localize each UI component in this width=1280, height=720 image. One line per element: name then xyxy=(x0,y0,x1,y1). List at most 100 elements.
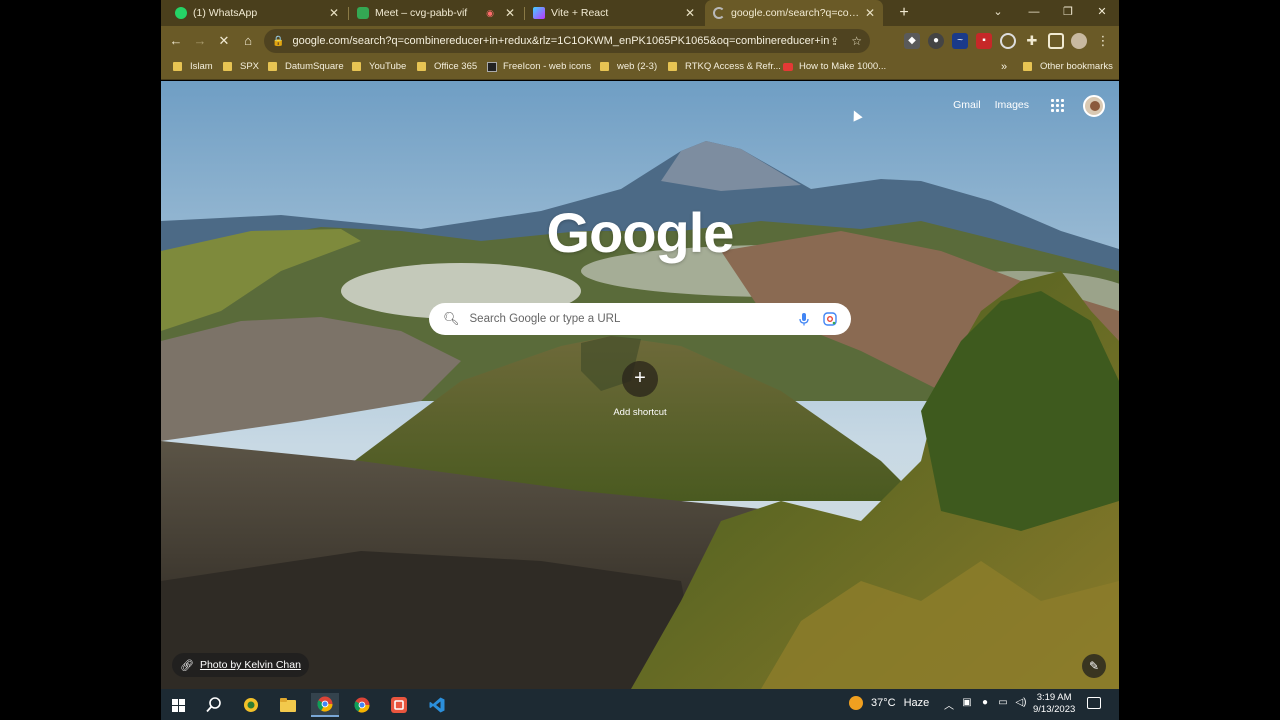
side-panel-icon[interactable] xyxy=(1048,33,1064,49)
bookmark-label: FreeIcon - web icons xyxy=(503,61,592,72)
forward-icon[interactable]: → xyxy=(190,31,210,51)
volume-icon[interactable]: ◁) xyxy=(1014,697,1028,708)
new-tab-button[interactable]: + xyxy=(894,3,914,23)
recording-icon: ◉ xyxy=(486,7,494,18)
gmail-link[interactable]: Gmail xyxy=(953,99,980,111)
home-icon[interactable]: ⌂ xyxy=(238,31,258,51)
chrome-icon-active[interactable] xyxy=(311,693,339,717)
bookmark-label: DatumSquare xyxy=(285,61,344,72)
google-apps-icon[interactable] xyxy=(1051,99,1065,113)
tab-vite[interactable]: Vite + React ✕ xyxy=(525,0,703,26)
minimize-button[interactable]: — xyxy=(1017,0,1051,26)
tray-chevron-up-icon[interactable]: ︿ xyxy=(942,697,956,712)
weather-widget[interactable]: 37°C Haze xyxy=(849,696,929,710)
search-input[interactable] xyxy=(469,313,797,325)
bookmark-label: Islam xyxy=(190,61,213,72)
tab-label: Vite + React xyxy=(551,7,609,19)
microphone-icon[interactable] xyxy=(797,312,811,326)
tab-search-icon[interactable]: ⌄ xyxy=(981,0,1015,26)
bookmark-youtube[interactable]: YouTube xyxy=(352,61,406,72)
shield-extension-icon[interactable]: ◆ xyxy=(904,33,920,49)
extensions-puzzle-icon[interactable]: ✚ xyxy=(1024,33,1040,49)
other-bookmarks[interactable]: Other bookmarks xyxy=(1023,61,1113,72)
network-icon[interactable]: ▭ xyxy=(996,697,1010,708)
close-icon[interactable]: ✕ xyxy=(327,6,341,20)
search-box[interactable]: 🔍︎ xyxy=(429,303,851,335)
bookmark-islam[interactable]: Islam xyxy=(173,61,213,72)
bookmark-office365[interactable]: Office 365 xyxy=(417,61,477,72)
chrome-icon[interactable] xyxy=(348,693,376,717)
bookmark-label: RTKQ Access & Refr... xyxy=(685,61,781,72)
target-extension-icon[interactable] xyxy=(1000,33,1016,49)
weather-temperature: 37°C xyxy=(871,697,896,709)
folder-icon xyxy=(668,62,677,71)
profile-avatar[interactable] xyxy=(1071,33,1087,49)
google-logo: Google xyxy=(546,201,735,264)
bookmark-label: web (2-3) xyxy=(617,61,658,72)
bookmark-freeicon[interactable]: FreeIcon - web icons xyxy=(487,61,591,72)
share-icon[interactable]: ⇪ xyxy=(830,35,839,48)
close-icon[interactable]: ✕ xyxy=(863,6,877,20)
google-lens-icon[interactable] xyxy=(823,312,837,326)
windows-start-icon[interactable] xyxy=(164,693,192,717)
folder-icon xyxy=(352,62,361,71)
search-icon: 🔍︎ xyxy=(443,311,460,326)
chart-extension-icon[interactable]: ~ xyxy=(952,33,968,49)
tray-app-icon[interactable]: ▣ xyxy=(960,697,974,708)
browser-toolbar: ← → ✕ ⌂ 🔒 google.com/search?q=combinered… xyxy=(161,26,1119,56)
folder-icon xyxy=(268,62,277,71)
bookmarks-overflow-icon[interactable]: » xyxy=(1001,61,1007,73)
close-icon[interactable]: ✕ xyxy=(503,6,517,20)
address-bar[interactable]: 🔒 google.com/search?q=combinereducer+in+… xyxy=(264,29,870,53)
tab-meet[interactable]: Meet – cvg-pabb-vif ◉ ✕ xyxy=(349,0,523,26)
folder-icon xyxy=(223,62,232,71)
recorder-app-icon[interactable] xyxy=(385,693,413,717)
notifications-icon[interactable] xyxy=(1087,697,1101,709)
meet-icon xyxy=(357,7,369,19)
menu-kebab-icon[interactable]: ⋮ xyxy=(1095,33,1111,49)
clock-date: 9/13/2023 xyxy=(1033,704,1076,715)
freeicon-icon xyxy=(487,61,497,72)
clock-time: 3:19 AM xyxy=(1036,692,1072,703)
bookmark-spx[interactable]: SPX xyxy=(223,61,259,72)
tab-label: google.com/search?q=combinereducer xyxy=(731,7,863,19)
windows-taskbar: 37°C Haze ︿ ▣ ● ▭ ◁) 3:19 AM 9/13/2023 xyxy=(161,689,1119,720)
microphone-tray-icon[interactable]: ● xyxy=(978,697,992,708)
tab-label: Meet – cvg-pabb-vif xyxy=(375,7,468,19)
tab-whatsapp[interactable]: (1) WhatsApp ✕ xyxy=(167,0,347,26)
top-links: Gmail Images xyxy=(953,99,1029,111)
new-tab-page: Gmail Images Google 🔍︎ + Add shortcut xyxy=(161,81,1119,689)
add-shortcut-tile[interactable]: + Add shortcut xyxy=(612,361,668,418)
extension-icon[interactable]: ● xyxy=(928,33,944,49)
whatsapp-icon xyxy=(175,7,187,19)
loading-icon xyxy=(713,7,725,19)
bookmark-rtkq[interactable]: RTKQ Access & Refr... xyxy=(668,61,781,72)
close-window-button[interactable]: ✕ xyxy=(1085,0,1119,26)
vscode-icon[interactable] xyxy=(423,693,451,717)
tab-google-search[interactable]: google.com/search?q=combinereducer ✕ xyxy=(705,0,883,26)
red-extension-icon[interactable]: ▪ xyxy=(976,33,992,49)
browser-window: (1) WhatsApp ✕ Meet – cvg-pabb-vif ◉ ✕ V… xyxy=(161,0,1119,720)
folder-icon xyxy=(173,62,182,71)
tab-label: (1) WhatsApp xyxy=(193,7,258,19)
bookmark-web[interactable]: web (2-3) xyxy=(600,61,657,72)
vite-icon xyxy=(533,7,545,19)
taskbar-app-icon[interactable] xyxy=(237,693,265,717)
photo-credit-text: Photo by Kelvin Chan xyxy=(199,659,301,671)
stop-icon[interactable]: ✕ xyxy=(214,31,234,51)
taskbar-search-icon[interactable] xyxy=(200,693,228,717)
bookmark-star-icon[interactable]: ☆ xyxy=(851,34,862,48)
photo-credit[interactable]: 🔗︎ Photo by Kelvin Chan xyxy=(172,653,309,677)
restore-button[interactable]: ❐ xyxy=(1051,0,1085,26)
bookmark-datumsquare[interactable]: DatumSquare xyxy=(268,61,344,72)
bookmarks-bar: Islam SPX DatumSquare YouTube Office 365… xyxy=(161,56,1119,80)
customize-pencil-icon[interactable]: ✎ xyxy=(1082,654,1106,678)
images-link[interactable]: Images xyxy=(995,99,1029,111)
back-icon[interactable]: ← xyxy=(166,31,186,51)
close-icon[interactable]: ✕ xyxy=(683,6,697,20)
file-explorer-icon[interactable] xyxy=(274,693,302,717)
bookmark-how-to-make[interactable]: How to Make 1000... xyxy=(783,61,886,72)
system-clock[interactable]: 3:19 AM 9/13/2023 xyxy=(1033,692,1075,716)
account-avatar[interactable] xyxy=(1083,95,1105,117)
add-shortcut-label: Add shortcut xyxy=(613,407,667,418)
